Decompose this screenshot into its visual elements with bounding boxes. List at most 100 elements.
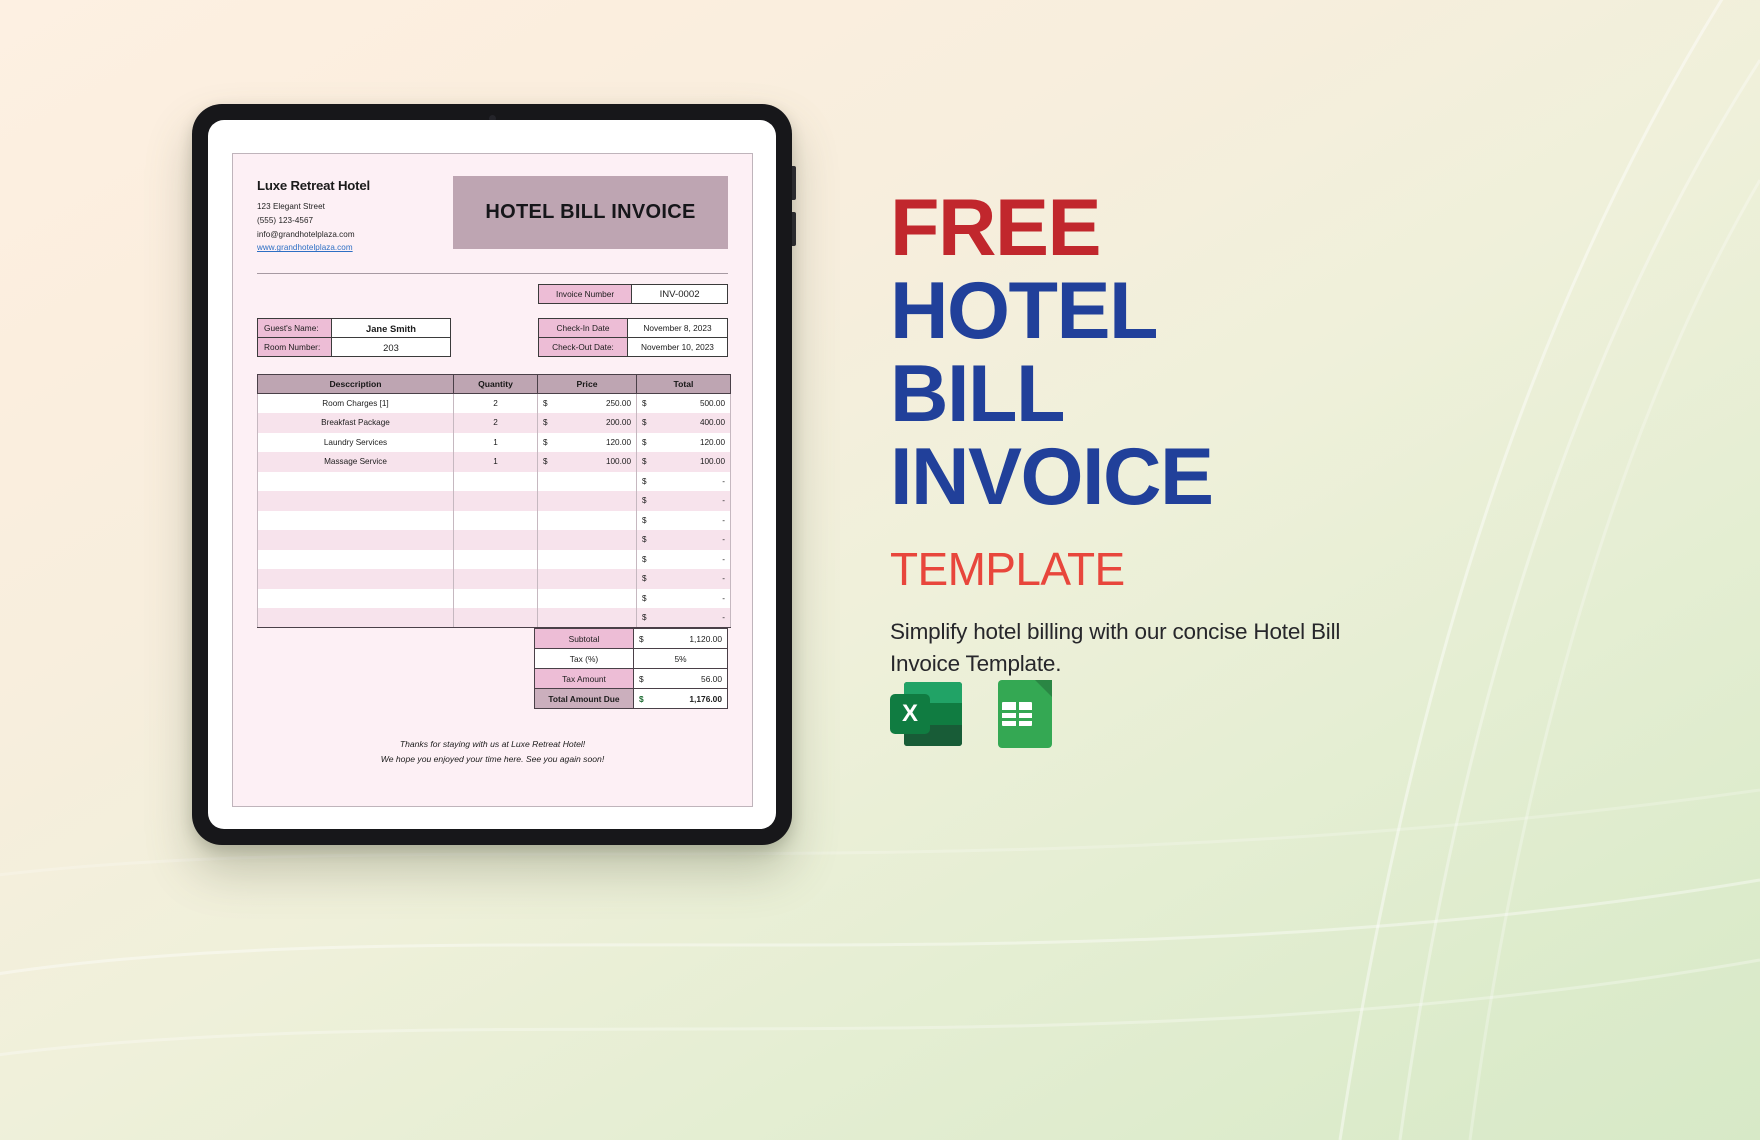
- cell-total: $ -: [636, 491, 731, 511]
- cell-description[interactable]: [257, 530, 454, 550]
- cell-price[interactable]: $250.00: [537, 393, 637, 414]
- invoice-title-banner: HOTEL BILL INVOICE: [453, 176, 728, 249]
- cell-total: $120.00: [636, 432, 731, 453]
- total-amount: 100.00: [699, 457, 725, 467]
- cell-description[interactable]: [257, 471, 454, 492]
- cell-quantity[interactable]: [453, 549, 538, 570]
- table-row: $ -: [257, 471, 731, 492]
- cell-price[interactable]: $200.00: [537, 413, 637, 433]
- cell-price[interactable]: [537, 510, 637, 531]
- cell-quantity[interactable]: 1: [453, 452, 538, 472]
- cell-price[interactable]: [537, 608, 637, 629]
- subtotal-label: Subtotal: [534, 628, 634, 650]
- table-row: Total Amount Due $ 1,176.00: [534, 688, 728, 710]
- cell-description[interactable]: [257, 510, 454, 531]
- cell-description[interactable]: [257, 569, 454, 589]
- cell-total: $400.00: [636, 413, 731, 433]
- cell-description[interactable]: [257, 549, 454, 570]
- sheets-page-fold: [1035, 680, 1052, 697]
- company-address: 123 Elegant Street: [257, 202, 325, 211]
- tax-amount-currency: $: [639, 673, 644, 684]
- company-email: info@grandhotelplaza.com: [257, 229, 355, 239]
- total-currency: $: [642, 437, 647, 447]
- total-currency: $: [642, 613, 647, 623]
- room-number-label: Room Number:: [257, 337, 332, 358]
- cell-description[interactable]: [257, 588, 454, 609]
- cell-description[interactable]: Laundry Services: [257, 432, 454, 453]
- promo-panel: FREE HOTEL BILL INVOICE TEMPLATE Simplif…: [890, 183, 1590, 680]
- cell-description[interactable]: Room Charges [1]: [257, 393, 454, 414]
- promo-description: Simplify hotel billing with our concise …: [890, 618, 1341, 676]
- google-sheets-icon[interactable]: [990, 678, 1062, 750]
- cell-price[interactable]: [537, 569, 637, 589]
- cell-quantity[interactable]: [453, 608, 538, 629]
- promo-headline-hotel: HOTEL: [890, 265, 1158, 356]
- line-items-table: Desccription Quantity Price Total Room C…: [257, 374, 731, 629]
- room-number-value[interactable]: 203: [331, 337, 451, 358]
- check-out-date-value[interactable]: November 10, 2023: [626, 337, 729, 358]
- total-amount: -: [722, 554, 725, 564]
- total-currency: $: [642, 593, 647, 603]
- cell-price[interactable]: $100.00: [537, 452, 637, 472]
- cell-price[interactable]: [537, 530, 637, 550]
- total-amount: -: [722, 515, 725, 525]
- invoice-summary-table: Subtotal $ 1,120.00 Tax (%) 5% Tax Amoun…: [534, 628, 728, 710]
- table-row: Check-Out Date: November 10, 2023: [538, 337, 729, 358]
- cell-quantity[interactable]: [453, 491, 538, 511]
- cell-description[interactable]: [257, 491, 454, 511]
- invoice-number-value[interactable]: INV-0002: [631, 284, 728, 305]
- invoice-meta-zone: Invoice Number INV-0002 Guest's Name: Ja…: [257, 274, 729, 364]
- cell-description[interactable]: [257, 608, 454, 629]
- total-amount: -: [722, 535, 725, 545]
- cell-quantity[interactable]: 2: [453, 413, 538, 433]
- promo-subheadline-template: TEMPLATE: [890, 542, 1125, 595]
- table-row: Tax (%) 5%: [534, 648, 728, 670]
- cell-quantity[interactable]: [453, 530, 538, 550]
- cell-price[interactable]: [537, 549, 637, 570]
- cell-total: $ -: [636, 510, 731, 531]
- column-header-description: Desccription: [257, 374, 454, 395]
- column-header-price: Price: [537, 374, 637, 395]
- cell-quantity[interactable]: [453, 471, 538, 492]
- table-row: $ -: [257, 588, 731, 609]
- promo-headline-free: FREE: [890, 183, 1102, 273]
- table-row: Check-In Date November 8, 2023: [538, 318, 729, 339]
- table-row: Subtotal $ 1,120.00: [534, 628, 728, 650]
- company-phone: (555) 123-4567: [257, 215, 314, 225]
- total-currency: $: [642, 515, 647, 525]
- table-row: $ -: [257, 530, 731, 550]
- cell-price[interactable]: [537, 491, 637, 511]
- table-row: Guest's Name: Jane Smith: [257, 318, 451, 339]
- tax-amount-number: 56.00: [701, 673, 722, 684]
- cell-quantity[interactable]: [453, 510, 538, 531]
- tax-amount-value: $ 56.00: [633, 668, 728, 690]
- microsoft-excel-icon[interactable]: X: [890, 678, 962, 750]
- line-items-body: Room Charges [1] 2 $250.00 $500.00 Breakfast…: [257, 393, 731, 629]
- cell-quantity[interactable]: 2: [453, 393, 538, 414]
- price-currency: $: [543, 418, 548, 428]
- table-row: Massage Service 1 $100.00 $100.00: [257, 452, 731, 472]
- cell-description[interactable]: Massage Service: [257, 452, 454, 472]
- company-website-link[interactable]: www.grandhotelplaza.com: [257, 241, 445, 255]
- cell-price[interactable]: [537, 588, 637, 609]
- tax-percent-value[interactable]: 5%: [633, 648, 728, 670]
- cell-quantity[interactable]: [453, 588, 538, 609]
- tablet-device-frame: Luxe Retreat Hotel 123 Elegant Street (5…: [192, 104, 796, 845]
- cell-quantity[interactable]: [453, 569, 538, 589]
- cell-price[interactable]: [537, 471, 637, 492]
- total-amount: 120.00: [699, 437, 725, 447]
- table-row: Laundry Services 1 $120.00 $120.00: [257, 432, 731, 453]
- cell-total: $ -: [636, 588, 731, 609]
- total-currency: $: [642, 476, 647, 486]
- cell-quantity[interactable]: 1: [453, 432, 538, 453]
- guest-name-value[interactable]: Jane Smith: [331, 318, 451, 339]
- total-currency: $: [642, 496, 647, 506]
- total-amount: -: [722, 574, 725, 584]
- cell-total: $ -: [636, 569, 731, 589]
- total-currency: $: [642, 399, 647, 409]
- check-in-date-value[interactable]: November 8, 2023: [626, 318, 729, 339]
- column-header-total: Total: [636, 374, 731, 395]
- cell-description[interactable]: Breakfast Package: [257, 413, 454, 433]
- cell-price[interactable]: $120.00: [537, 432, 637, 453]
- total-currency: $: [642, 574, 647, 584]
